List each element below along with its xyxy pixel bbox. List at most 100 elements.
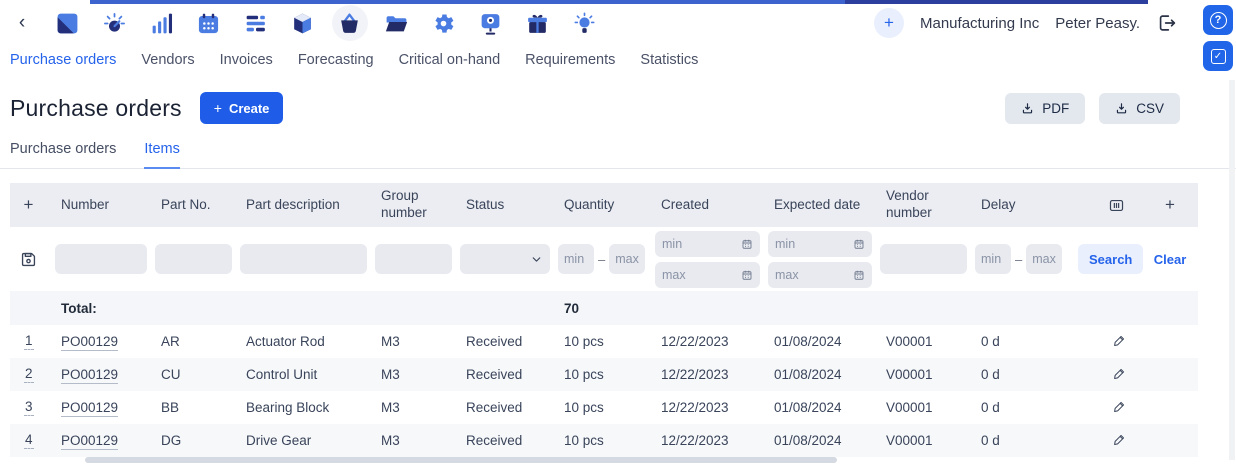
filter-delay-max-input[interactable] <box>1026 244 1063 274</box>
col-created[interactable]: Created <box>655 183 768 227</box>
filter-delay-min-input[interactable] <box>975 244 1011 274</box>
edit-pencil-icon[interactable] <box>1112 366 1127 381</box>
edit-pencil-icon[interactable] <box>1112 432 1127 447</box>
company-name[interactable]: Manufacturing Inc <box>920 15 1039 32</box>
add-column-button[interactable]: + <box>1165 195 1175 214</box>
edit-pencil-icon[interactable] <box>1112 399 1127 414</box>
range-dash: – <box>1015 251 1023 267</box>
cell-vendor-number: V00001 <box>880 424 975 457</box>
app-icon-folder[interactable] <box>373 4 420 42</box>
filter-part-description-input[interactable] <box>240 244 367 274</box>
nav-requirements[interactable]: Requirements <box>525 52 615 68</box>
nav-forecasting[interactable]: Forecasting <box>298 52 374 68</box>
filter-created-max[interactable] <box>655 261 760 288</box>
app-icon-basket[interactable] <box>326 4 373 42</box>
cell-delay: 0 d <box>975 424 1090 457</box>
gear-icon <box>426 5 462 41</box>
clear-filters-link[interactable]: Clear <box>1154 252 1187 267</box>
collapse-sidebar-button[interactable]: ‹ <box>0 4 44 42</box>
quick-add-button[interactable]: + <box>874 8 904 38</box>
calendar-icon <box>742 239 752 249</box>
filter-expected-max[interactable] <box>768 261 872 288</box>
app-icon-bar-chart[interactable] <box>138 4 185 42</box>
horizontal-scrollbar[interactable] <box>85 457 837 463</box>
col-delay[interactable]: Delay <box>975 183 1090 227</box>
export-pdf-button[interactable]: PDF <box>1005 92 1086 124</box>
app-icon-cube[interactable] <box>279 4 326 42</box>
create-button[interactable]: + Create <box>199 92 284 124</box>
col-quantity[interactable]: Quantity <box>558 183 655 227</box>
export-csv-button[interactable]: CSV <box>1099 92 1180 124</box>
col-status[interactable]: Status <box>460 183 558 227</box>
app-icon-calendar[interactable] <box>185 4 232 42</box>
total-quantity: 70 <box>558 291 655 325</box>
row-index[interactable]: 3 <box>24 399 34 416</box>
cell-status: Received <box>460 358 558 391</box>
col-group-number[interactable]: Group number <box>375 183 460 227</box>
po-link[interactable]: PO00129 <box>61 400 119 417</box>
filter-status-select[interactable] <box>460 244 550 274</box>
tasks-button[interactable]: ✓ <box>1203 41 1233 71</box>
app-icon-gift[interactable] <box>514 4 561 42</box>
add-filter-row-button[interactable]: + <box>24 195 34 214</box>
col-expected-date[interactable]: Expected date <box>768 183 880 227</box>
col-part-no[interactable]: Part No. <box>155 183 240 227</box>
col-part-description[interactable]: Part description <box>240 183 375 227</box>
nav-statistics[interactable]: Statistics <box>640 52 698 68</box>
vertical-scrollbar[interactable] <box>1229 80 1235 460</box>
filter-vendor-number-input[interactable] <box>880 244 967 274</box>
app-icon-gear[interactable] <box>420 4 467 42</box>
tab-purchase-orders[interactable]: Purchase orders <box>10 141 116 168</box>
filter-number-input[interactable] <box>55 244 147 274</box>
filter-quantity-max-input[interactable] <box>609 244 646 274</box>
filter-created-max-input[interactable] <box>662 267 741 282</box>
row-index[interactable]: 1 <box>24 333 34 350</box>
app-icon-gauge[interactable] <box>91 4 138 42</box>
filter-group-number-input[interactable] <box>375 244 452 274</box>
filter-expected-min[interactable] <box>768 230 872 257</box>
nav-invoices[interactable]: Invoices <box>220 52 273 68</box>
calendar-icon <box>191 5 227 41</box>
app-icon-lightbulb[interactable] <box>561 4 608 42</box>
row-index[interactable]: 4 <box>24 432 34 449</box>
save-filter-icon[interactable] <box>10 250 47 269</box>
col-vendor-number[interactable]: Vendor number <box>880 183 975 227</box>
filter-part-no-input[interactable] <box>155 244 232 274</box>
bar-chart-icon <box>144 5 180 41</box>
download-icon <box>1023 102 1033 113</box>
nav-vendors[interactable]: Vendors <box>141 52 194 68</box>
tab-items[interactable]: Items <box>144 141 180 169</box>
cell-part-description: Actuator Rod <box>246 334 325 349</box>
app-icon-gantt[interactable] <box>232 4 279 42</box>
section-nav: Purchase orders Vendors Invoices Forecas… <box>0 42 1236 77</box>
logout-icon[interactable] <box>1156 12 1178 34</box>
cell-created: 12/22/2023 <box>655 358 768 391</box>
cell-group-number: M3 <box>381 400 400 415</box>
folder-icon <box>379 5 415 41</box>
app-icon-board[interactable] <box>467 4 514 42</box>
filter-expected-min-input[interactable] <box>775 236 853 251</box>
help-button[interactable]: ? <box>1203 5 1233 35</box>
search-button[interactable]: Search <box>1078 244 1144 274</box>
po-link[interactable]: PO00129 <box>61 367 119 384</box>
filter-quantity-min-input[interactable] <box>558 244 594 274</box>
col-number[interactable]: Number <box>55 183 155 227</box>
user-name[interactable]: Peter Peasy. <box>1055 15 1140 32</box>
filter-expected-max-input[interactable] <box>775 267 853 282</box>
edit-pencil-icon[interactable] <box>1112 333 1127 348</box>
export-buttons: PDF CSV <box>1005 92 1226 124</box>
row-index[interactable]: 2 <box>24 366 34 383</box>
filter-created-min[interactable] <box>655 230 760 257</box>
po-link[interactable]: PO00129 <box>61 433 119 450</box>
cell-status: Received <box>466 334 523 349</box>
cell-delay: 0 d <box>981 400 1000 415</box>
nav-purchase-orders[interactable]: Purchase orders <box>10 52 116 68</box>
basket-icon <box>331 5 368 41</box>
cell-part-description: Control Unit <box>240 358 375 391</box>
columns-settings-icon[interactable] <box>1090 197 1142 214</box>
table-row: 2 PO00129 CU Control Unit M3 Received 10… <box>10 358 1198 391</box>
po-link[interactable]: PO00129 <box>61 334 119 351</box>
app-icon-logo[interactable] <box>44 4 91 42</box>
nav-critical-on-hand[interactable]: Critical on-hand <box>399 52 501 68</box>
filter-created-min-input[interactable] <box>662 236 741 251</box>
